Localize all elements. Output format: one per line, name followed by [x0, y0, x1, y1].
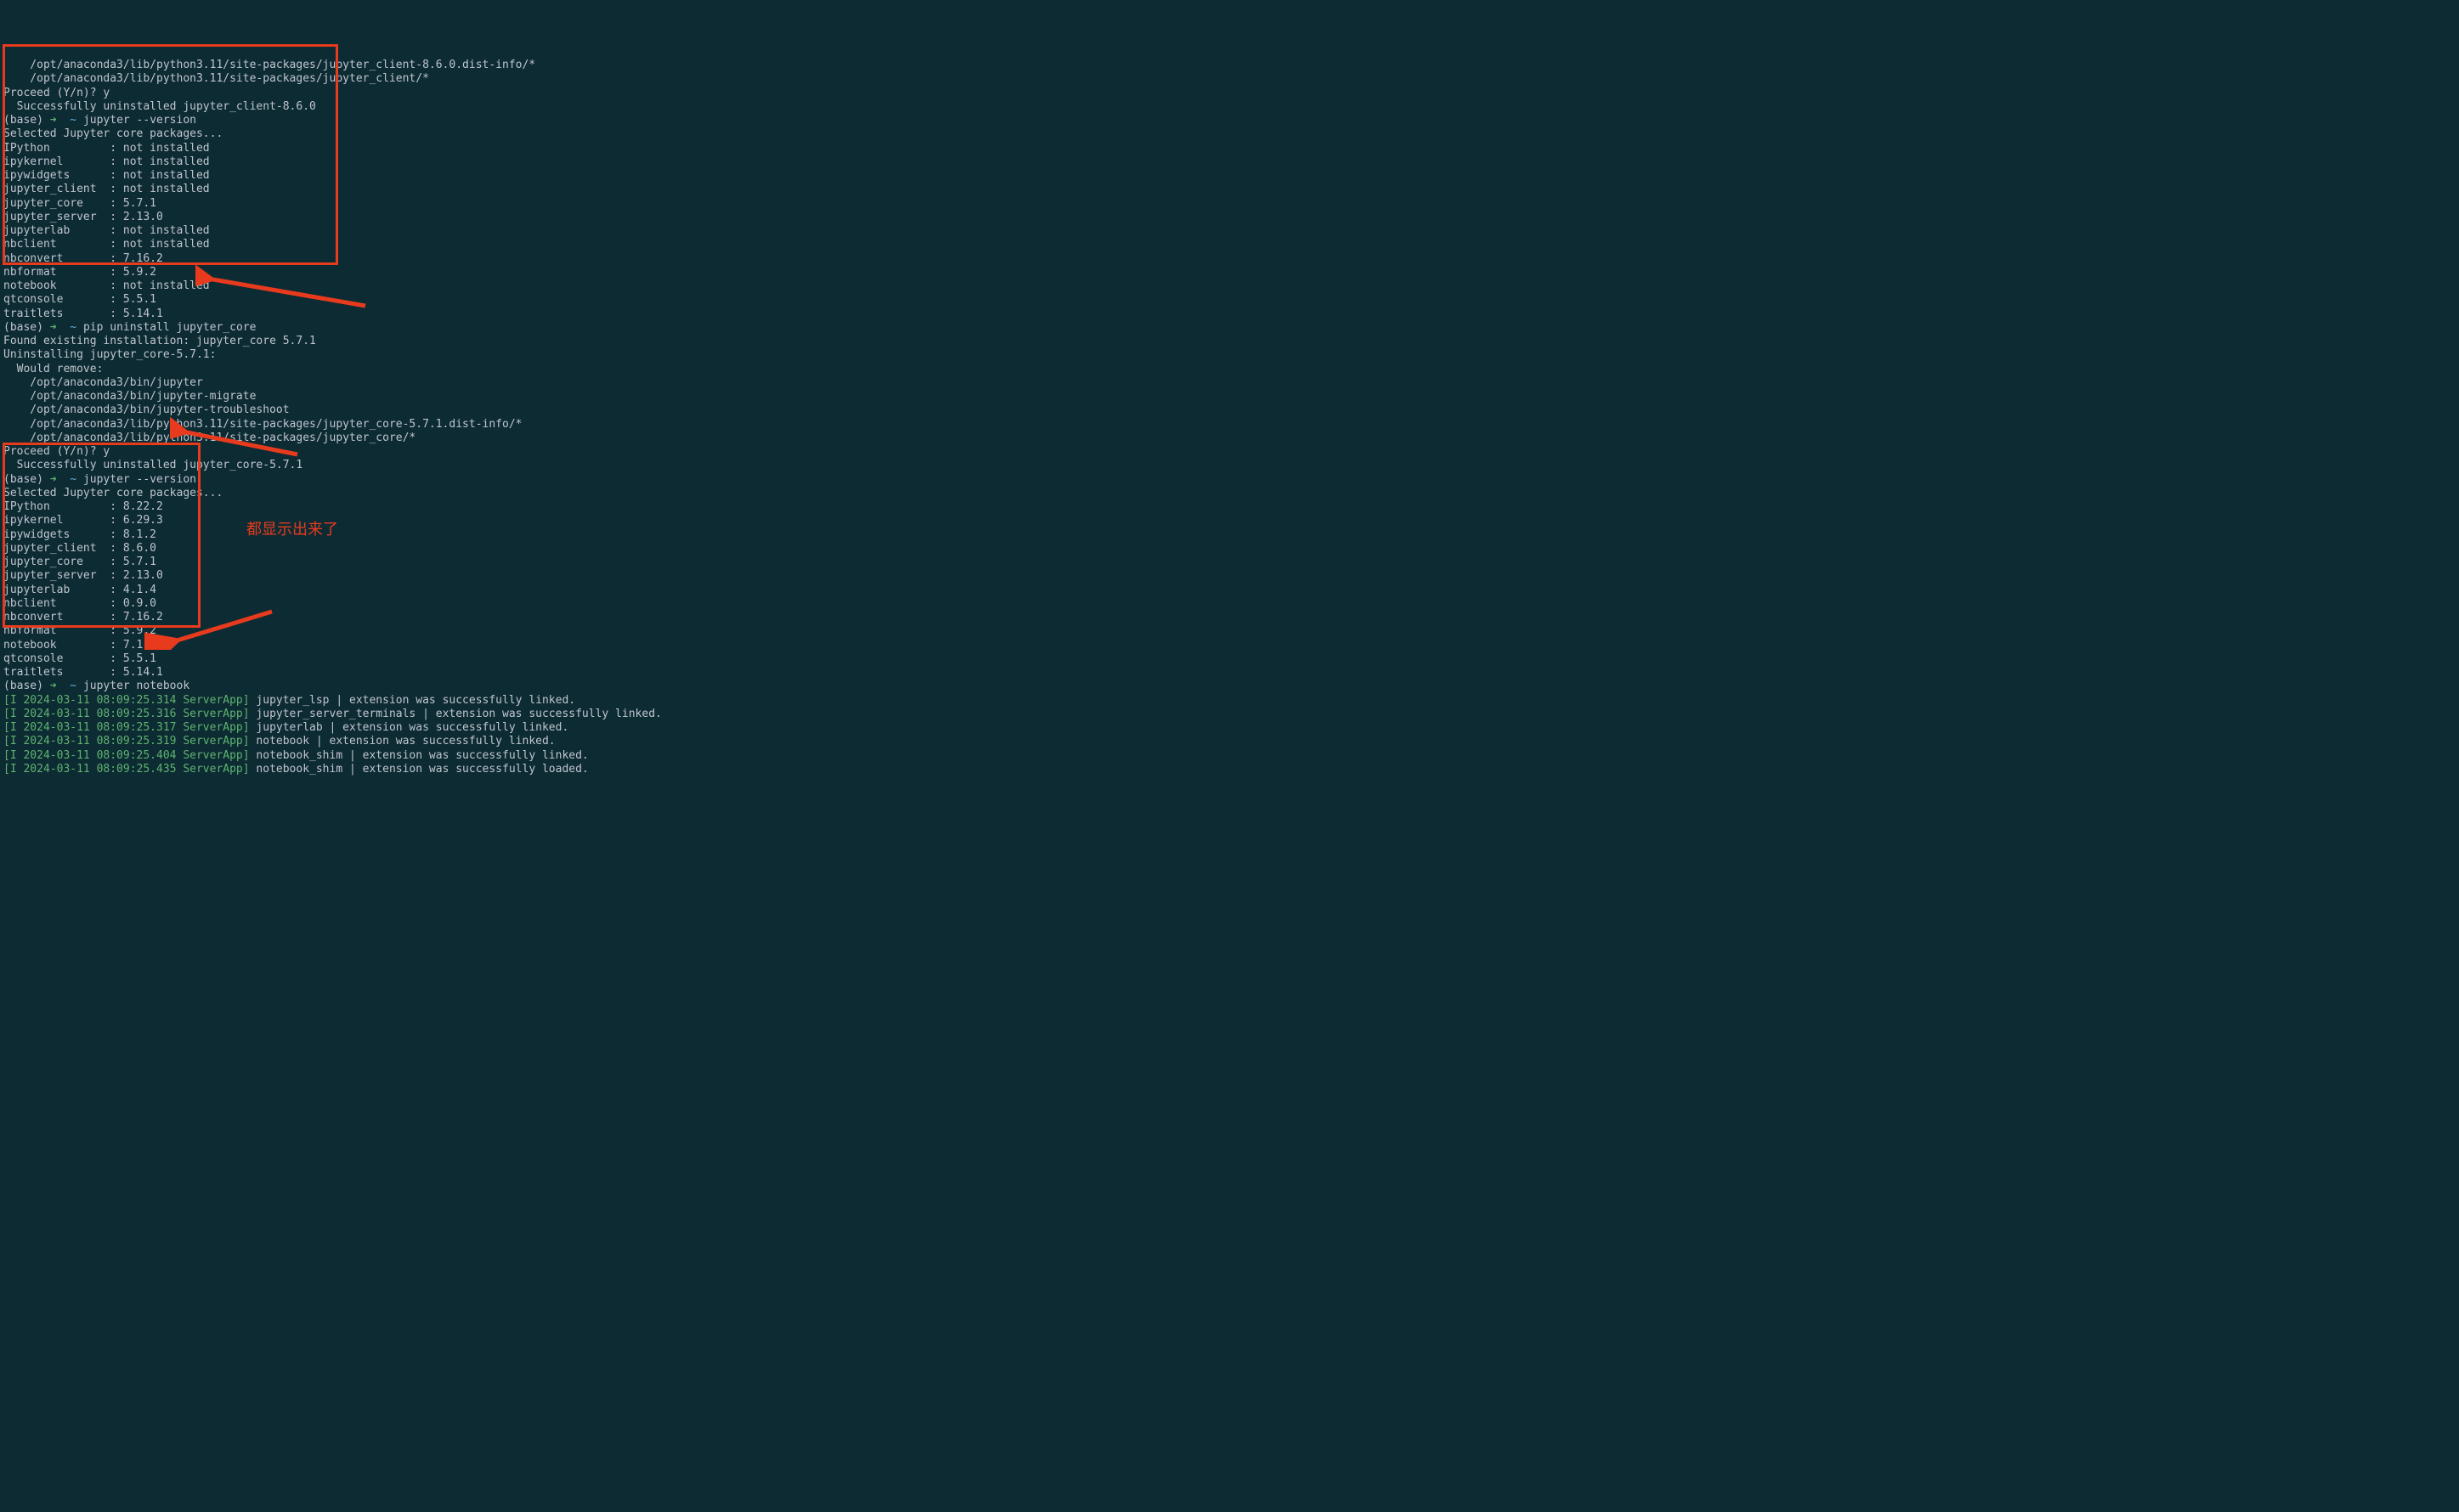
- package-row: IPython : 8.22.2: [3, 500, 2456, 514]
- prompt-arrow-icon: ➜: [50, 114, 57, 127]
- command-text: jupyter --version: [83, 473, 196, 486]
- package-row: jupyter_client : not installed: [3, 183, 2456, 196]
- package-row: jupyterlab : 4.1.4: [3, 584, 2456, 597]
- log-timestamp: [I 2024-03-11 08:09:25.435 ServerApp]: [3, 763, 250, 776]
- log-timestamp: [I 2024-03-11 08:09:25.314 ServerApp]: [3, 694, 250, 707]
- log-message: jupyter_server_terminals | extension was…: [250, 708, 662, 720]
- package-row: jupyter_core : 5.7.1: [3, 556, 2456, 569]
- package-row: ipywidgets : 8.1.2: [3, 528, 2456, 542]
- command-text: jupyter --version: [83, 114, 196, 127]
- package-row: ipywidgets : not installed: [3, 169, 2456, 183]
- prompt-cwd: ~: [70, 321, 76, 334]
- command-text: jupyter notebook: [83, 680, 189, 692]
- package-row: ipykernel : not installed: [3, 155, 2456, 169]
- package-row: nbformat : 5.9.2: [3, 266, 2456, 279]
- terminal-line: /opt/anaconda3/lib/python3.11/site-packa…: [3, 59, 2456, 72]
- command-text: pip uninstall jupyter_core: [83, 321, 257, 334]
- log-message: jupyter_lsp | extension was successfully…: [250, 694, 576, 707]
- log-message: notebook_shim | extension was successful…: [250, 749, 589, 762]
- log-line: [I 2024-03-11 08:09:25.316 ServerApp] ju…: [3, 708, 2456, 721]
- package-row: jupyter_server : 2.13.0: [3, 211, 2456, 224]
- terminal-output[interactable]: /opt/anaconda3/lib/python3.11/site-packa…: [3, 59, 2456, 776]
- terminal-line: Successfully uninstalled jupyter_client-…: [3, 100, 2456, 114]
- package-row: jupyter_core : 5.7.1: [3, 197, 2456, 211]
- package-row: notebook : not installed: [3, 279, 2456, 293]
- terminal-line: Selected Jupyter core packages...: [3, 487, 2456, 500]
- terminal-line: Successfully uninstalled jupyter_core-5.…: [3, 459, 2456, 472]
- log-line: [I 2024-03-11 08:09:25.317 ServerApp] ju…: [3, 721, 2456, 735]
- terminal-line: Found existing installation: jupyter_cor…: [3, 335, 2456, 348]
- terminal-line: Uninstalling jupyter_core-5.7.1:: [3, 348, 2456, 362]
- package-row: qtconsole : 5.5.1: [3, 293, 2456, 307]
- prompt-env: (base): [3, 473, 43, 486]
- prompt-arrow-icon: ➜: [50, 473, 57, 486]
- log-message: notebook | extension was successfully li…: [250, 735, 556, 748]
- terminal-line: /opt/anaconda3/bin/jupyter-troubleshoot: [3, 403, 2456, 417]
- package-row: nbclient : not installed: [3, 238, 2456, 251]
- package-row: jupyter_client : 8.6.0: [3, 542, 2456, 556]
- prompt-cwd: ~: [70, 114, 76, 127]
- prompt-cwd: ~: [70, 680, 76, 692]
- package-row: nbformat : 5.9.2: [3, 624, 2456, 638]
- prompt-env: (base): [3, 114, 43, 127]
- log-message: notebook_shim | extension was successful…: [250, 763, 589, 776]
- package-row: nbconvert : 7.16.2: [3, 611, 2456, 624]
- log-line: [I 2024-03-11 08:09:25.404 ServerApp] no…: [3, 749, 2456, 763]
- package-row: jupyter_server : 2.13.0: [3, 569, 2456, 583]
- log-line: [I 2024-03-11 08:09:25.314 ServerApp] ju…: [3, 694, 2456, 708]
- prompt-line: (base) ➜ ~ pip uninstall jupyter_core: [3, 321, 2456, 335]
- prompt-env: (base): [3, 321, 43, 334]
- log-timestamp: [I 2024-03-11 08:09:25.319 ServerApp]: [3, 735, 250, 748]
- prompt-arrow-icon: ➜: [50, 680, 57, 692]
- terminal-line: Would remove:: [3, 363, 2456, 376]
- package-row: ipykernel : 6.29.3: [3, 514, 2456, 528]
- terminal-line: /opt/anaconda3/bin/jupyter-migrate: [3, 390, 2456, 403]
- package-row: nbclient : 0.9.0: [3, 597, 2456, 611]
- package-row: qtconsole : 5.5.1: [3, 652, 2456, 666]
- log-timestamp: [I 2024-03-11 08:09:25.316 ServerApp]: [3, 708, 250, 720]
- terminal-line: Selected Jupyter core packages...: [3, 127, 2456, 141]
- package-row: IPython : not installed: [3, 142, 2456, 155]
- package-row: notebook : 7.1.1: [3, 639, 2456, 652]
- log-message: jupyterlab | extension was successfully …: [250, 721, 569, 734]
- terminal-line: Proceed (Y/n)? y: [3, 87, 2456, 100]
- log-line: [I 2024-03-11 08:09:25.435 ServerApp] no…: [3, 763, 2456, 776]
- prompt-arrow-icon: ➜: [50, 321, 57, 334]
- prompt-env: (base): [3, 680, 43, 692]
- prompt-cwd: ~: [70, 473, 76, 486]
- package-row: traitlets : 5.14.1: [3, 666, 2456, 680]
- prompt-line: (base) ➜ ~ jupyter --version: [3, 473, 2456, 487]
- package-row: jupyterlab : not installed: [3, 224, 2456, 238]
- package-row: traitlets : 5.14.1: [3, 307, 2456, 321]
- terminal-line: Proceed (Y/n)? y: [3, 445, 2456, 459]
- prompt-line: (base) ➜ ~ jupyter --version: [3, 114, 2456, 127]
- prompt-line: (base) ➜ ~ jupyter notebook: [3, 680, 2456, 693]
- log-line: [I 2024-03-11 08:09:25.319 ServerApp] no…: [3, 735, 2456, 748]
- package-row: nbconvert : 7.16.2: [3, 252, 2456, 266]
- log-timestamp: [I 2024-03-11 08:09:25.317 ServerApp]: [3, 721, 250, 734]
- log-timestamp: [I 2024-03-11 08:09:25.404 ServerApp]: [3, 749, 250, 762]
- terminal-line: /opt/anaconda3/bin/jupyter: [3, 376, 2456, 390]
- terminal-line: /opt/anaconda3/lib/python3.11/site-packa…: [3, 418, 2456, 432]
- terminal-line: /opt/anaconda3/lib/python3.11/site-packa…: [3, 72, 2456, 86]
- terminal-line: /opt/anaconda3/lib/python3.11/site-packa…: [3, 432, 2456, 445]
